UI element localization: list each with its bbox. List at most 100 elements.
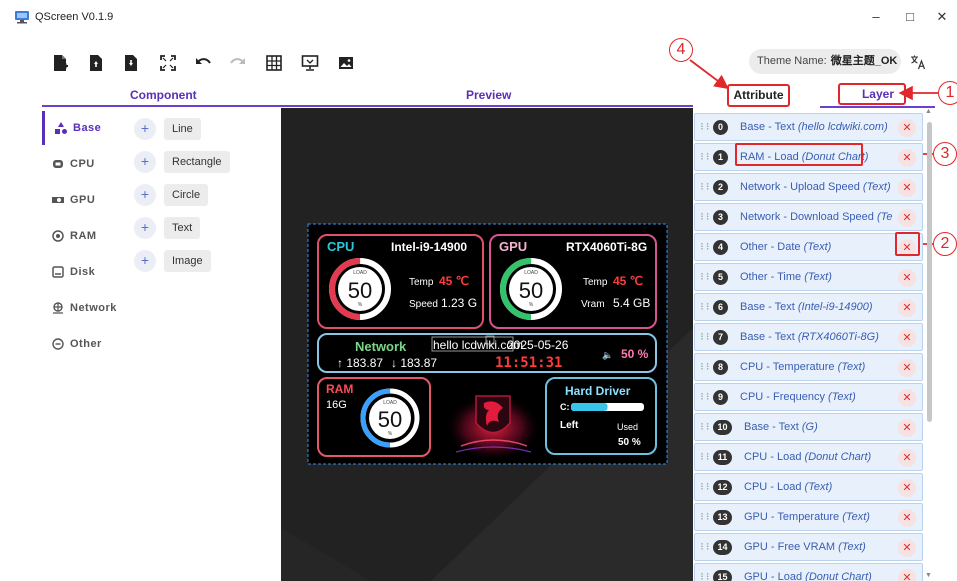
save-file-icon[interactable]	[122, 54, 140, 72]
sidebar-item-ram[interactable]: RAM	[42, 219, 122, 253]
component-image-label[interactable]: Image	[164, 250, 211, 272]
drag-handle-icon[interactable]: ⠇⠇	[700, 212, 712, 223]
component-circle-label[interactable]: Circle	[164, 184, 209, 206]
layer-name[interactable]: Other - Time (Text)	[740, 271, 892, 283]
delete-layer-button[interactable]: ✕	[898, 449, 916, 467]
add-circle-button[interactable]: +	[134, 184, 156, 206]
delete-layer-button[interactable]: ✕	[898, 269, 916, 287]
delete-layer-button[interactable]: ✕	[898, 539, 916, 557]
add-text-button[interactable]: +	[134, 217, 156, 239]
layer-name[interactable]: Network - Download Speed (Text)	[740, 211, 892, 223]
layer-name[interactable]: Other - Date (Text)	[740, 241, 892, 253]
layer-name[interactable]: Base - Text (RTX4060Ti-8G)	[740, 331, 892, 343]
drag-handle-icon[interactable]: ⠇⠇	[700, 572, 712, 581]
layer-row[interactable]: ⠇⠇3 Network - Download Speed (Text) ✕	[694, 203, 923, 231]
layer-row[interactable]: ⠇⠇ 5 Other - Time (Text) ✕	[694, 263, 923, 291]
layer-row[interactable]: ⠇⠇ 6 Base - Text (Intel-i9-14900) ✕	[694, 293, 923, 321]
add-image-button[interactable]: +	[134, 250, 156, 272]
layer-name[interactable]: Base - Text (G)	[744, 421, 896, 433]
drag-handle-icon[interactable]: ⠇⠇	[700, 392, 712, 403]
tab-layer[interactable]: Layer	[838, 83, 906, 105]
translate-icon[interactable]	[910, 54, 926, 70]
layer-row[interactable]: ⠇⠇ 15 GPU - Load (Donut Chart) ✕	[694, 563, 923, 581]
date-text[interactable]: 2025-05-26	[507, 338, 569, 352]
sidebar-item-disk[interactable]: Disk	[42, 255, 122, 289]
delete-layer-button[interactable]: ✕	[898, 119, 916, 137]
layer-row[interactable]: ⠇⠇ 8 CPU - Temperature (Text) ✕	[694, 353, 923, 381]
delete-layer-button[interactable]: ✕	[898, 329, 916, 347]
delete-layer-button[interactable]: ✕	[898, 209, 916, 227]
drag-handle-icon[interactable]: ⠇⠇	[700, 482, 712, 493]
layer-row[interactable]: ⠇⠇ 13 GPU - Temperature (Text) ✕	[694, 503, 923, 531]
drag-handle-icon[interactable]: ⠇⠇	[700, 152, 712, 163]
minimize-button[interactable]: –	[866, 9, 886, 25]
delete-layer-button[interactable]: ✕	[898, 419, 916, 437]
layer-name[interactable]: CPU - Load (Donut Chart)	[744, 451, 896, 463]
drag-handle-icon[interactable]: ⠇⠇	[700, 422, 712, 433]
layer-name[interactable]: CPU - Frequency (Text)	[740, 391, 892, 403]
drag-handle-icon[interactable]: ⠇⠇	[700, 512, 712, 523]
layer-name[interactable]: GPU - Free VRAM (Text)	[744, 541, 896, 553]
layer-name[interactable]: CPU - Load (Text)	[744, 481, 896, 493]
drag-handle-icon[interactable]: ⠇⠇	[700, 302, 712, 313]
component-line-label[interactable]: Line	[164, 118, 201, 140]
delete-layer-button[interactable]: ✕	[898, 299, 916, 317]
delete-layer-button[interactable]: ✕	[898, 389, 916, 407]
scroll-up-arrow[interactable]: ▲	[925, 108, 932, 115]
drag-handle-icon[interactable]: ⠇⠇	[700, 272, 712, 283]
layer-row[interactable]: ⠇⠇ 7 Base - Text (RTX4060Ti-8G) ✕	[694, 323, 923, 351]
delete-layer-button[interactable]: ✕	[898, 179, 916, 197]
delete-layer-button[interactable]: ✕	[898, 149, 916, 167]
add-rectangle-button[interactable]: +	[134, 151, 156, 173]
open-file-icon[interactable]	[87, 54, 105, 72]
drag-handle-icon[interactable]: ⠇⠇	[700, 362, 712, 373]
layer-name[interactable]: CPU - Temperature (Text)	[740, 361, 892, 373]
drag-handle-icon[interactable]: ⠇⠇	[700, 542, 712, 553]
drag-handle-icon[interactable]: ⠇⠇	[700, 122, 712, 133]
layer-name[interactable]: GPU - Temperature (Text)	[744, 511, 896, 523]
layer-name[interactable]: Network - Upload Speed (Text)	[740, 181, 892, 193]
layer-row[interactable]: ⠇⠇ 10 Base - Text (G) ✕	[694, 413, 923, 441]
layer-row[interactable]: ⠇⠇ 4 Other - Date (Text) ✕	[694, 233, 923, 261]
component-rectangle-label[interactable]: Rectangle	[164, 151, 230, 173]
grid-icon[interactable]	[265, 54, 283, 72]
redo-icon[interactable]	[229, 54, 247, 72]
lcd-theme-preview[interactable]: CPU Intel-i9-14900 LOAD 50 % Temp 45 ℃ S…	[281, 108, 693, 581]
layer-scrollbar-thumb[interactable]	[927, 122, 932, 422]
layer-row[interactable]: ⠇⠇ 0 Base - Text (hello lcdwiki.com) ✕	[694, 113, 923, 141]
preview-canvas[interactable]: CPU Intel-i9-14900 LOAD 50 % Temp 45 ℃ S…	[281, 108, 693, 581]
image-icon[interactable]	[337, 54, 355, 72]
scroll-down-arrow[interactable]: ▼	[925, 572, 932, 579]
theme-name-field[interactable]: Theme Name: 微星主题_OK	[749, 49, 901, 74]
drag-handle-icon[interactable]: ⠇⠇	[700, 332, 712, 343]
layer-row[interactable]: ⠇⠇ 11 CPU - Load (Donut Chart) ✕	[694, 443, 923, 471]
sidebar-item-base[interactable]: Base	[42, 111, 122, 145]
delete-layer-button[interactable]: ✕	[898, 479, 916, 497]
layer-name[interactable]: Base - Text (hello lcdwiki.com)	[740, 121, 892, 133]
maximize-button[interactable]: □	[900, 9, 920, 25]
tab-attribute[interactable]: Attribute	[727, 84, 790, 107]
layer-row[interactable]: ⠇⠇ 9 CPU - Frequency (Text) ✕	[694, 383, 923, 411]
time-text[interactable]: 11:51:31	[495, 355, 562, 371]
drag-handle-icon[interactable]: ⠇⠇	[700, 242, 712, 253]
layer-name[interactable]: GPU - Load (Donut Chart)	[744, 571, 896, 581]
new-file-icon[interactable]	[51, 54, 69, 72]
close-window-button[interactable]: ✕	[932, 9, 952, 25]
sidebar-item-network[interactable]: Network	[42, 291, 122, 325]
undo-icon[interactable]	[194, 54, 212, 72]
delete-layer-button[interactable]: ✕	[898, 359, 916, 377]
display-icon[interactable]	[301, 54, 319, 72]
layer-row[interactable]: ⠇⠇ 2 Network - Upload Speed (Text) ✕	[694, 173, 923, 201]
layer-row[interactable]: ⠇⠇ 14 GPU - Free VRAM (Text) ✕	[694, 533, 923, 561]
sidebar-item-gpu[interactable]: GPU	[42, 183, 122, 217]
sidebar-item-cpu[interactable]: CPU	[42, 147, 122, 181]
add-line-button[interactable]: +	[134, 118, 156, 140]
component-text-label[interactable]: Text	[164, 217, 201, 239]
layer-row[interactable]: ⠇⠇ 12 CPU - Load (Text) ✕	[694, 473, 923, 501]
delete-layer-button[interactable]: ✕	[898, 569, 916, 581]
sidebar-item-other[interactable]: Other	[42, 327, 122, 361]
drag-handle-icon[interactable]: ⠇⠇	[700, 452, 712, 463]
fullscreen-icon[interactable]	[159, 54, 177, 72]
layer-name[interactable]: Base - Text (Intel-i9-14900)	[740, 301, 892, 313]
drag-handle-icon[interactable]: ⠇⠇	[700, 182, 712, 193]
